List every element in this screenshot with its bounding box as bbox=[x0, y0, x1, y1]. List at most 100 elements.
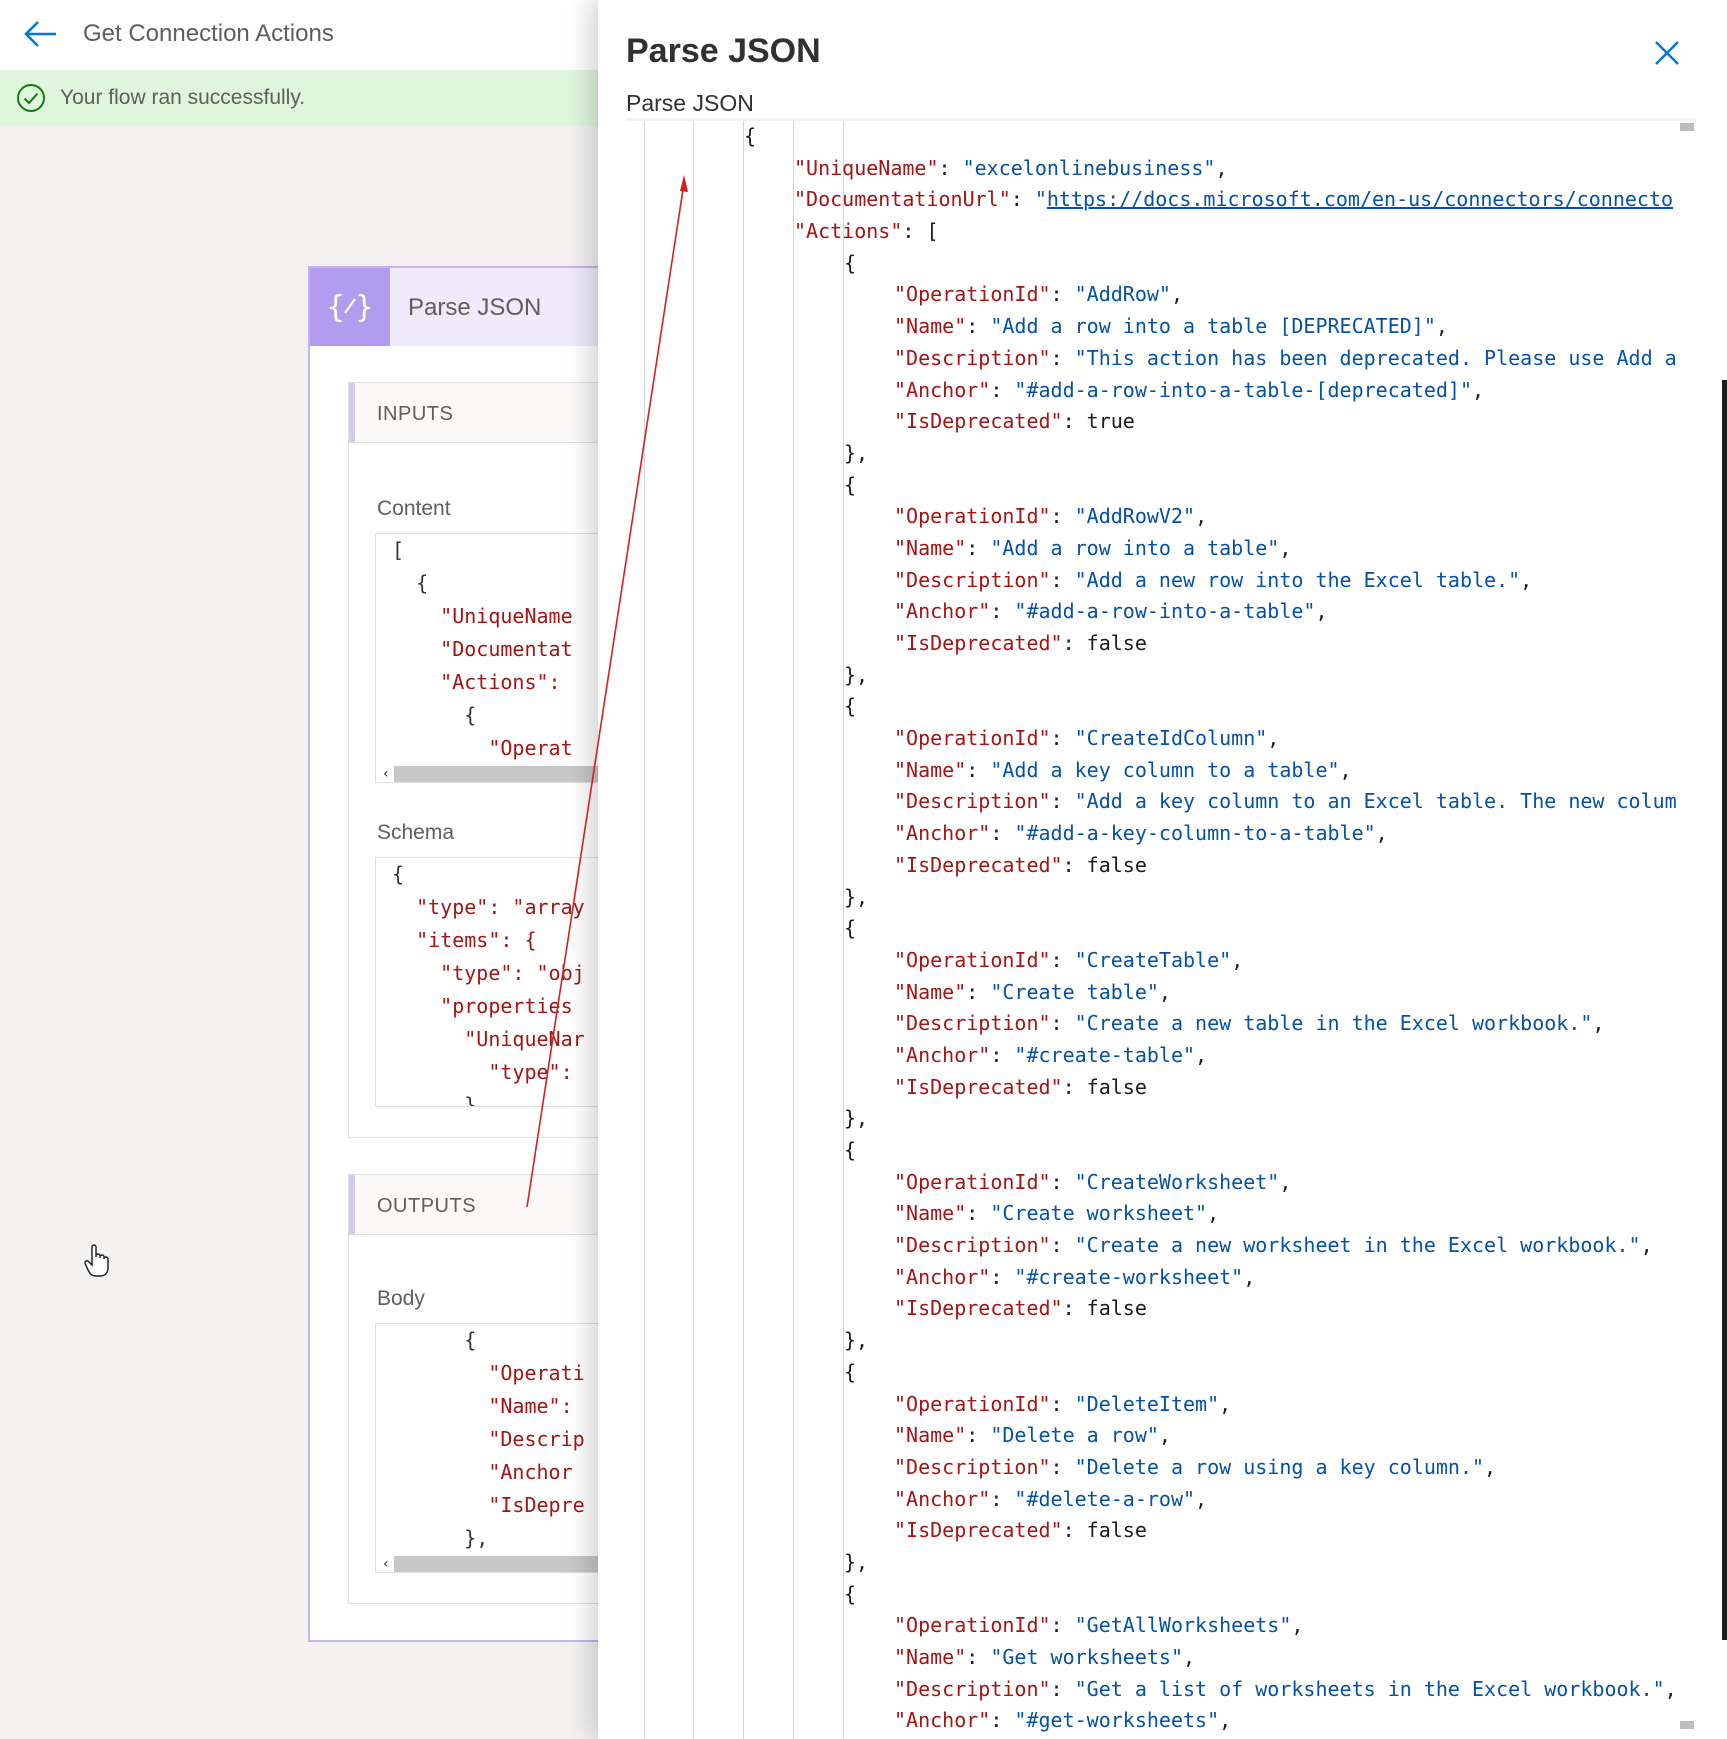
json-key: "DocumentationUrl" bbox=[794, 187, 1011, 212]
json-line: "IsDeprecated": false bbox=[894, 1296, 1147, 1321]
code-line: "Descrip bbox=[392, 1427, 585, 1451]
code-line: "Operat bbox=[392, 736, 573, 760]
json-line: "Name": "Create table", bbox=[894, 979, 1171, 1004]
json-line: }, bbox=[844, 662, 869, 687]
code-line: "UniqueName bbox=[392, 604, 573, 628]
json-value: "AddRowV2" bbox=[1074, 504, 1196, 529]
json-line: "Anchor": "#add-a-row-into-a-table", bbox=[894, 599, 1328, 624]
json-line: "Description": "This action has been dep… bbox=[894, 345, 1677, 370]
json-line: "OperationId": "CreateTable", bbox=[894, 947, 1244, 972]
content-code[interactable]: [ { "UniqueName "Documentat "Actions": {… bbox=[375, 533, 611, 783]
json-value: true bbox=[1086, 409, 1135, 434]
json-value: false bbox=[1086, 631, 1147, 655]
body-label: Body bbox=[377, 1287, 425, 1310]
json-key: "OperationId" bbox=[894, 726, 1051, 751]
scroll-left-icon[interactable]: ‹ bbox=[378, 1556, 394, 1572]
json-key: "Anchor" bbox=[894, 1042, 991, 1067]
code-line: }, bbox=[392, 1526, 489, 1550]
inputs-header[interactable]: INPUTS bbox=[349, 383, 610, 443]
json-value: "#add-a-row-into-a-table-[deprecated]" bbox=[1014, 377, 1472, 402]
json-line: "IsDeprecated": false bbox=[894, 1518, 1147, 1543]
code-line: "items": { bbox=[392, 928, 537, 952]
json-key: "Anchor" bbox=[894, 821, 991, 846]
json-line: { bbox=[844, 472, 857, 497]
code-line: [ bbox=[392, 538, 405, 562]
json-key: "IsDeprecated" bbox=[894, 409, 1063, 434]
json-value: "Add a key column to a table" bbox=[990, 757, 1340, 782]
json-key: "Description" bbox=[894, 1233, 1051, 1258]
vertical-scrollbar[interactable] bbox=[1678, 121, 1696, 1739]
json-line: "Anchor": "#add-a-row-into-a-table-[depr… bbox=[894, 377, 1485, 402]
json-line: }, bbox=[844, 1549, 869, 1574]
json-value: "DeleteItem" bbox=[1074, 1391, 1220, 1416]
panel-subtitle: Parse JSON bbox=[626, 90, 754, 116]
scroll-thumb[interactable] bbox=[1680, 123, 1694, 131]
json-value: "Create table" bbox=[990, 979, 1159, 1004]
json-key: "Description" bbox=[894, 567, 1051, 592]
json-line: "IsDeprecated": false bbox=[894, 852, 1147, 877]
json-line: "OperationId": "AddRowV2", bbox=[894, 504, 1208, 529]
documentation-link[interactable]: https://docs.microsoft.com/en-us/connect… bbox=[1047, 187, 1673, 211]
json-value: "Get worksheets" bbox=[990, 1645, 1183, 1669]
json-line: { bbox=[844, 1138, 857, 1162]
back-arrow-icon[interactable] bbox=[22, 18, 58, 50]
content-label: Content bbox=[377, 497, 451, 520]
json-value: "CreateWorksheet" bbox=[1074, 1169, 1280, 1194]
json-line: "Actions": [ bbox=[794, 219, 939, 244]
json-value: "#get-worksheets" bbox=[1014, 1708, 1220, 1733]
json-key: "OperationId" bbox=[894, 1391, 1051, 1416]
json-key: "OperationId" bbox=[894, 282, 1051, 307]
hand-cursor-icon bbox=[84, 1244, 109, 1277]
json-key: "Name" bbox=[894, 757, 967, 782]
json-value: "Get a list of worksheets in the Excel w… bbox=[1074, 1676, 1665, 1701]
code-line: { bbox=[392, 1328, 477, 1352]
json-value: "CreateIdColumn" bbox=[1074, 726, 1268, 751]
code-line: "Documentat bbox=[392, 637, 573, 661]
json-viewer[interactable]: { "UniqueName": "excelonlinebusiness", "… bbox=[626, 121, 1696, 1739]
json-line: "OperationId": "AddRow", bbox=[894, 282, 1184, 307]
json-line: "Description": "Get a list of worksheets… bbox=[894, 1676, 1677, 1701]
json-line: "OperationId": "GetAllWorksheets", bbox=[894, 1613, 1304, 1638]
parse-json-card[interactable]: { } Parse JSON INPUTS Content [ { "Uniqu… bbox=[308, 266, 611, 1642]
json-line: }, bbox=[844, 1106, 869, 1131]
json-line: }, bbox=[844, 1328, 869, 1353]
json-key: "Description" bbox=[894, 1011, 1051, 1036]
body-code[interactable]: { "Operati "Name": "Descrip "Anchor "IsD… bbox=[375, 1323, 611, 1573]
schema-code[interactable]: { "type": "array "items": { "type": "obj… bbox=[375, 857, 611, 1107]
panel-title: Parse JSON bbox=[626, 32, 821, 70]
inputs-section: INPUTS Content [ { "UniqueName "Document… bbox=[348, 382, 611, 1138]
scroll-thumb[interactable] bbox=[1680, 1721, 1694, 1729]
json-line: }, bbox=[844, 440, 869, 465]
json-line: "IsDeprecated": true bbox=[894, 409, 1135, 434]
horizontal-scrollbar[interactable] bbox=[392, 1556, 611, 1572]
json-line: "Description": "Add a key column to an E… bbox=[894, 789, 1677, 814]
json-key: "Description" bbox=[894, 1676, 1051, 1701]
json-value: "Add a new row into the Excel table." bbox=[1074, 567, 1521, 592]
json-key: "Anchor" bbox=[894, 1708, 991, 1733]
json-key: "Anchor" bbox=[894, 599, 991, 624]
json-key: "IsDeprecated" bbox=[894, 1518, 1063, 1543]
json-key: "Name" bbox=[894, 314, 967, 339]
json-value: "GetAllWorksheets" bbox=[1074, 1613, 1292, 1638]
json-line: "Anchor": "#add-a-key-column-to-a-table"… bbox=[894, 821, 1388, 846]
json-value: "Add a row into a table [DEPRECATED]" bbox=[990, 314, 1436, 339]
json-key: "UniqueName" bbox=[794, 155, 939, 180]
json-line: "Name": "Add a row into a table", bbox=[894, 535, 1292, 560]
json-key: "Name" bbox=[894, 535, 967, 560]
json-line: { bbox=[844, 1359, 857, 1384]
close-icon[interactable] bbox=[1652, 38, 1682, 68]
json-value: "Create a new table in the Excel workboo… bbox=[1074, 1011, 1593, 1036]
json-line: }, bbox=[844, 884, 869, 909]
json-value: "#delete-a-row" bbox=[1014, 1486, 1196, 1511]
code-line: "UniqueNar bbox=[392, 1027, 585, 1051]
horizontal-scrollbar[interactable] bbox=[392, 766, 611, 782]
outputs-header[interactable]: OUTPUTS bbox=[349, 1175, 610, 1235]
json-line: "Anchor": "#delete-a-row", bbox=[894, 1486, 1208, 1511]
card-header[interactable]: { } Parse JSON bbox=[310, 268, 606, 346]
json-value: "This action has been deprecated. Please… bbox=[1074, 345, 1677, 370]
code-line: "IsDepre bbox=[392, 1493, 585, 1517]
card-title: Parse JSON bbox=[408, 294, 542, 321]
scroll-left-icon[interactable]: ‹ bbox=[378, 766, 394, 782]
code-line: "Name": bbox=[392, 1394, 573, 1418]
json-key: "Description" bbox=[894, 1454, 1051, 1479]
